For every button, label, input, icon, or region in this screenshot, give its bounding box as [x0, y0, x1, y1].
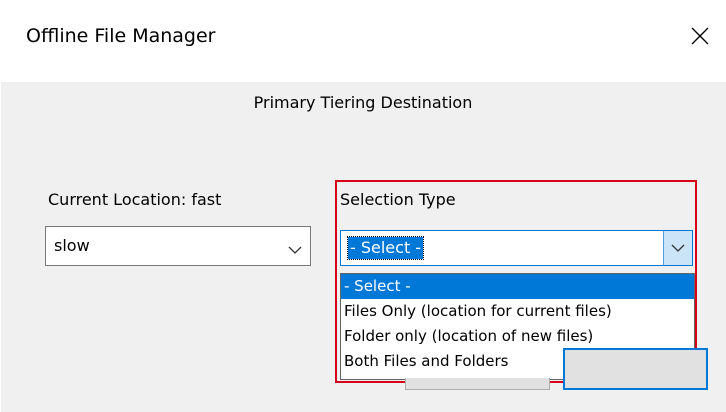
dropdown-arrow-button[interactable] [663, 231, 692, 265]
obscured-ok-button[interactable] [563, 348, 708, 390]
destination-value: slow [54, 236, 90, 255]
destination-dropdown[interactable]: slow [45, 226, 311, 266]
selection-type-dropdown[interactable]: - Select - [340, 230, 693, 266]
option-folder-only[interactable]: Folder only (location of new files) [341, 324, 694, 349]
close-icon [691, 27, 709, 45]
selection-type-value: - Select - [346, 236, 425, 260]
chevron-down-icon [288, 240, 302, 259]
option-files-only[interactable]: Files Only (location for current files) [341, 299, 694, 324]
selection-type-label: Selection Type [340, 190, 456, 209]
chevron-down-icon [671, 244, 685, 252]
current-location-label: Current Location: fast [48, 190, 222, 209]
dialog-heading: Primary Tiering Destination [253, 93, 473, 112]
close-button[interactable] [674, 10, 726, 62]
window-title: Offline File Manager [26, 25, 216, 47]
title-bar: Offline File Manager [0, 0, 726, 82]
option-select[interactable]: - Select - [341, 274, 694, 299]
window-left-edge [0, 82, 1, 412]
obscured-cancel-button[interactable] [405, 378, 550, 390]
